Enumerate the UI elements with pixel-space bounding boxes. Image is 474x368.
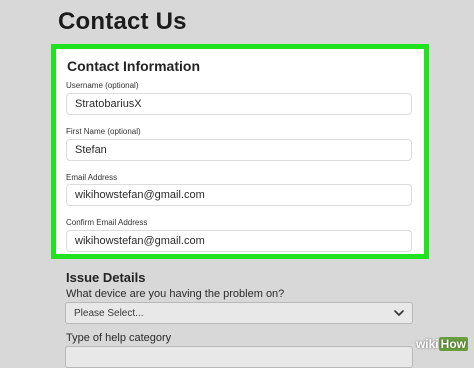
page-title: Contact Us bbox=[58, 8, 187, 35]
wikihow-watermark: wiki How bbox=[415, 337, 468, 351]
device-select-value: Please Select... bbox=[74, 308, 144, 319]
email-address-input[interactable]: wikihowstefan@gmail.com bbox=[66, 184, 412, 206]
help-category-select[interactable] bbox=[65, 346, 413, 368]
device-question-label: What device are you having the problem o… bbox=[66, 288, 285, 300]
contact-information-section: Contact Information Username (optional) … bbox=[51, 44, 429, 259]
device-select[interactable]: Please Select... bbox=[65, 302, 413, 324]
username-label: Username (optional) bbox=[66, 81, 139, 90]
chevron-down-icon bbox=[394, 310, 404, 316]
first-name-input[interactable]: Stefan bbox=[66, 139, 412, 161]
issue-details-heading: Issue Details bbox=[66, 270, 146, 285]
confirm-email-label: Confirm Email Address bbox=[66, 218, 148, 227]
username-input[interactable]: StratobariusX bbox=[66, 93, 412, 115]
contact-information-heading: Contact Information bbox=[67, 58, 200, 74]
help-category-label: Type of help category bbox=[66, 332, 172, 344]
confirm-email-input[interactable]: wikihowstefan@gmail.com bbox=[66, 230, 412, 252]
email-address-label: Email Address bbox=[66, 173, 118, 182]
first-name-label: First Name (optional) bbox=[66, 127, 141, 136]
